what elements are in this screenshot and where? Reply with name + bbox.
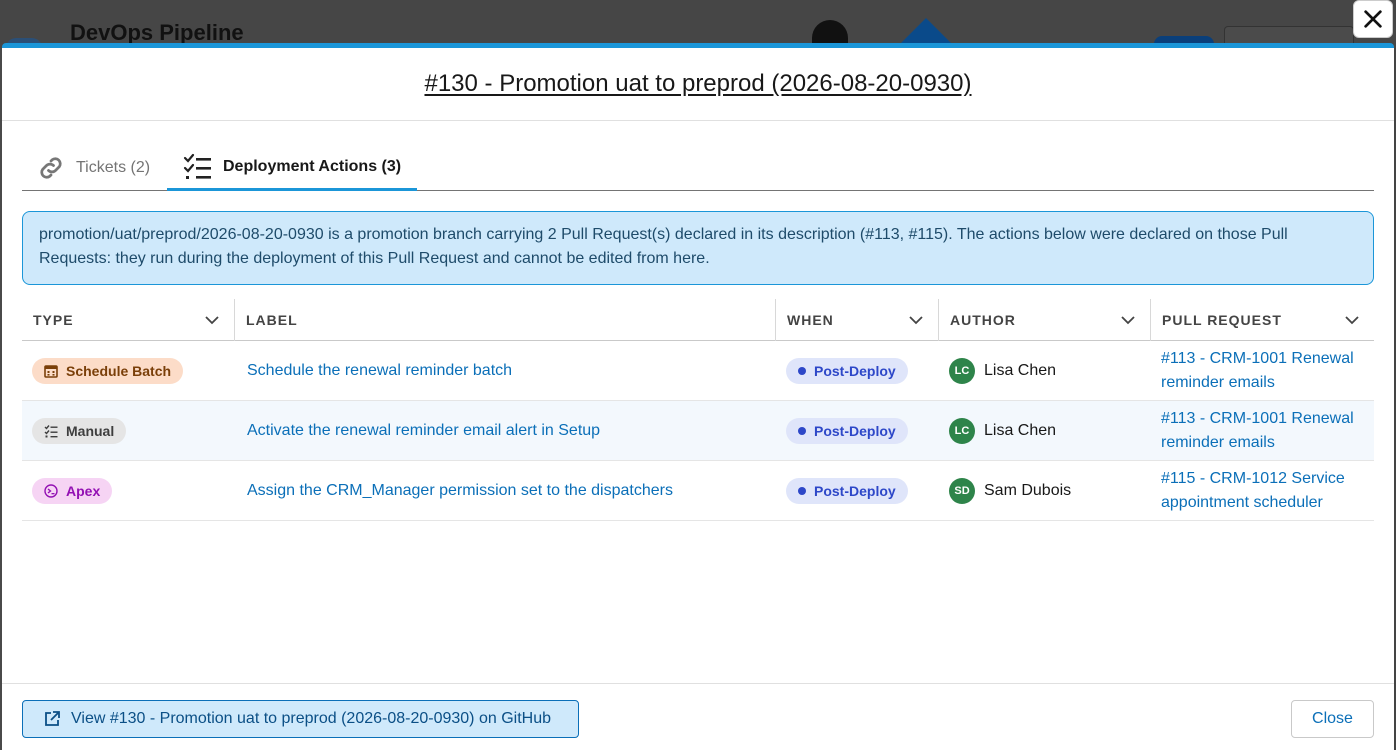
pull-request-line2: reminder emails	[1161, 373, 1275, 391]
pull-request-link[interactable]: #115 - CRM-1012 Service appointment sche…	[1161, 467, 1345, 515]
author-name: Sam Dubois	[984, 481, 1072, 499]
when-badge: Post-Deploy	[786, 477, 908, 504]
column-header-pull-request[interactable]: PULL REQUEST	[1150, 299, 1374, 341]
apex-icon	[44, 483, 58, 498]
chevron-down-icon[interactable]	[1344, 312, 1360, 328]
type-cell: Apex	[22, 461, 234, 521]
close-button[interactable]: Close	[1291, 700, 1374, 738]
author-name: Lisa Chen	[984, 361, 1057, 379]
when-badge: Post-Deploy	[786, 357, 908, 384]
deployment-actions-table: TYPE LABEL WHEN AUTHOR PULL REQUEST Sche…	[22, 299, 1374, 521]
avatar: LC	[949, 357, 975, 384]
action-label-link[interactable]: Schedule the renewal reminder batch	[247, 362, 512, 380]
table-row: Manual Activate the renewal reminder ema…	[22, 401, 1374, 461]
when-cell: Post-Deploy	[775, 341, 938, 401]
pull-request-line1: #113 - CRM-1001 Renewal	[1161, 349, 1354, 367]
table-header: TYPE LABEL WHEN AUTHOR PULL REQUEST	[22, 299, 1374, 341]
column-header-label: TYPE	[33, 312, 74, 328]
tab-tickets-label: Tickets (2)	[76, 158, 151, 176]
modal-title[interactable]: #130 - Promotion uat to preprod (2026-08…	[424, 70, 971, 98]
table-row: Schedule Batch Schedule the renewal remi…	[22, 341, 1374, 401]
when-cell: Post-Deploy	[775, 401, 938, 461]
author-cell: SD Sam Dubois	[938, 461, 1150, 521]
tab-deployment-actions-label: Deployment Actions (3)	[223, 157, 402, 175]
tab-deployment-actions[interactable]: Deployment Actions (3)	[167, 145, 417, 191]
view-on-github-button[interactable]: View #130 - Promotion uat to preprod (20…	[22, 700, 579, 738]
chevron-down-icon[interactable]	[908, 312, 924, 328]
avatar: SD	[949, 477, 975, 504]
external-link-icon	[45, 711, 60, 726]
status-dot	[798, 426, 806, 435]
action-label-link[interactable]: Assign the CRM_Manager permission set to…	[247, 482, 673, 500]
author-name: Lisa Chen	[984, 421, 1057, 439]
type-label: Apex	[66, 482, 101, 499]
chevron-down-icon[interactable]	[204, 312, 220, 328]
action-label-link[interactable]: Activate the renewal reminder email aler…	[247, 422, 600, 440]
author-cell: LC Lisa Chen	[938, 401, 1150, 461]
type-cell: Manual	[22, 401, 234, 461]
status-dot	[798, 486, 806, 495]
pull-request-cell: #113 - CRM-1001 Renewal reminder emails	[1150, 401, 1374, 461]
column-header-label: AUTHOR	[950, 312, 1016, 328]
label-cell: Assign the CRM_Manager permission set to…	[234, 461, 775, 521]
tab-bar: Tickets (2) Deployment Actions (3)	[22, 145, 1374, 191]
column-header-author[interactable]: AUTHOR	[938, 299, 1150, 341]
modal-close-x-button[interactable]	[1353, 0, 1393, 38]
tab-tickets[interactable]: Tickets (2)	[36, 145, 150, 190]
pull-request-cell: #115 - CRM-1012 Service appointment sche…	[1150, 461, 1374, 521]
calendar-icon	[44, 364, 58, 378]
close-icon	[1364, 10, 1382, 28]
type-cell: Schedule Batch	[22, 341, 234, 401]
pull-request-cell: #113 - CRM-1001 Renewal reminder emails	[1150, 341, 1374, 401]
pull-request-link[interactable]: #113 - CRM-1001 Renewal reminder emails	[1161, 347, 1354, 395]
when-label: Post-Deploy	[814, 362, 896, 379]
column-header-label-col: LABEL	[234, 299, 775, 341]
author-cell: LC Lisa Chen	[938, 341, 1150, 401]
label-cell: Activate the renewal reminder email aler…	[234, 401, 775, 461]
type-badge-apex: Apex	[32, 477, 113, 504]
when-cell: Post-Deploy	[775, 461, 938, 521]
type-label: Schedule Batch	[66, 362, 172, 379]
column-header-label: WHEN	[787, 312, 834, 328]
checklist-icon	[183, 153, 211, 179]
modal-header: #130 - Promotion uat to preprod (2026-08…	[2, 48, 1394, 121]
promotion-info-alert: promotion/uat/preprod/2026-08-20-0930 is…	[22, 211, 1374, 285]
pull-request-line1: #115 - CRM-1012 Service	[1161, 469, 1345, 487]
column-header-label: LABEL	[246, 312, 298, 328]
view-on-github-label: View #130 - Promotion uat to preprod (20…	[71, 710, 551, 727]
table-row: Apex Assign the CRM_Manager permission s…	[22, 461, 1374, 521]
pull-request-link[interactable]: #113 - CRM-1001 Renewal reminder emails	[1161, 407, 1354, 455]
when-label: Post-Deploy	[814, 422, 896, 439]
column-header-label: PULL REQUEST	[1162, 312, 1282, 328]
pull-request-line1: #113 - CRM-1001 Renewal	[1161, 409, 1354, 427]
background-header: DevOps Pipeline	[0, 0, 1396, 48]
link-icon	[40, 156, 62, 179]
column-header-type[interactable]: TYPE	[22, 299, 234, 341]
label-cell: Schedule the renewal reminder batch	[234, 341, 775, 401]
type-badge-manual: Manual	[32, 417, 127, 444]
avatar: LC	[949, 417, 975, 444]
pull-request-line2: appointment scheduler	[1161, 493, 1323, 511]
type-badge-schedule-batch: Schedule Batch	[32, 357, 184, 384]
pull-request-modal: #130 - Promotion uat to preprod (2026-08…	[2, 43, 1394, 750]
chevron-down-icon[interactable]	[1120, 312, 1136, 328]
when-label: Post-Deploy	[814, 482, 896, 499]
modal-footer: View #130 - Promotion uat to preprod (20…	[2, 683, 1394, 750]
column-header-when[interactable]: WHEN	[775, 299, 938, 341]
when-badge: Post-Deploy	[786, 417, 908, 444]
pull-request-line2: reminder emails	[1161, 433, 1275, 451]
type-label: Manual	[66, 422, 115, 439]
checklist-icon	[44, 424, 58, 437]
status-dot	[798, 366, 806, 375]
